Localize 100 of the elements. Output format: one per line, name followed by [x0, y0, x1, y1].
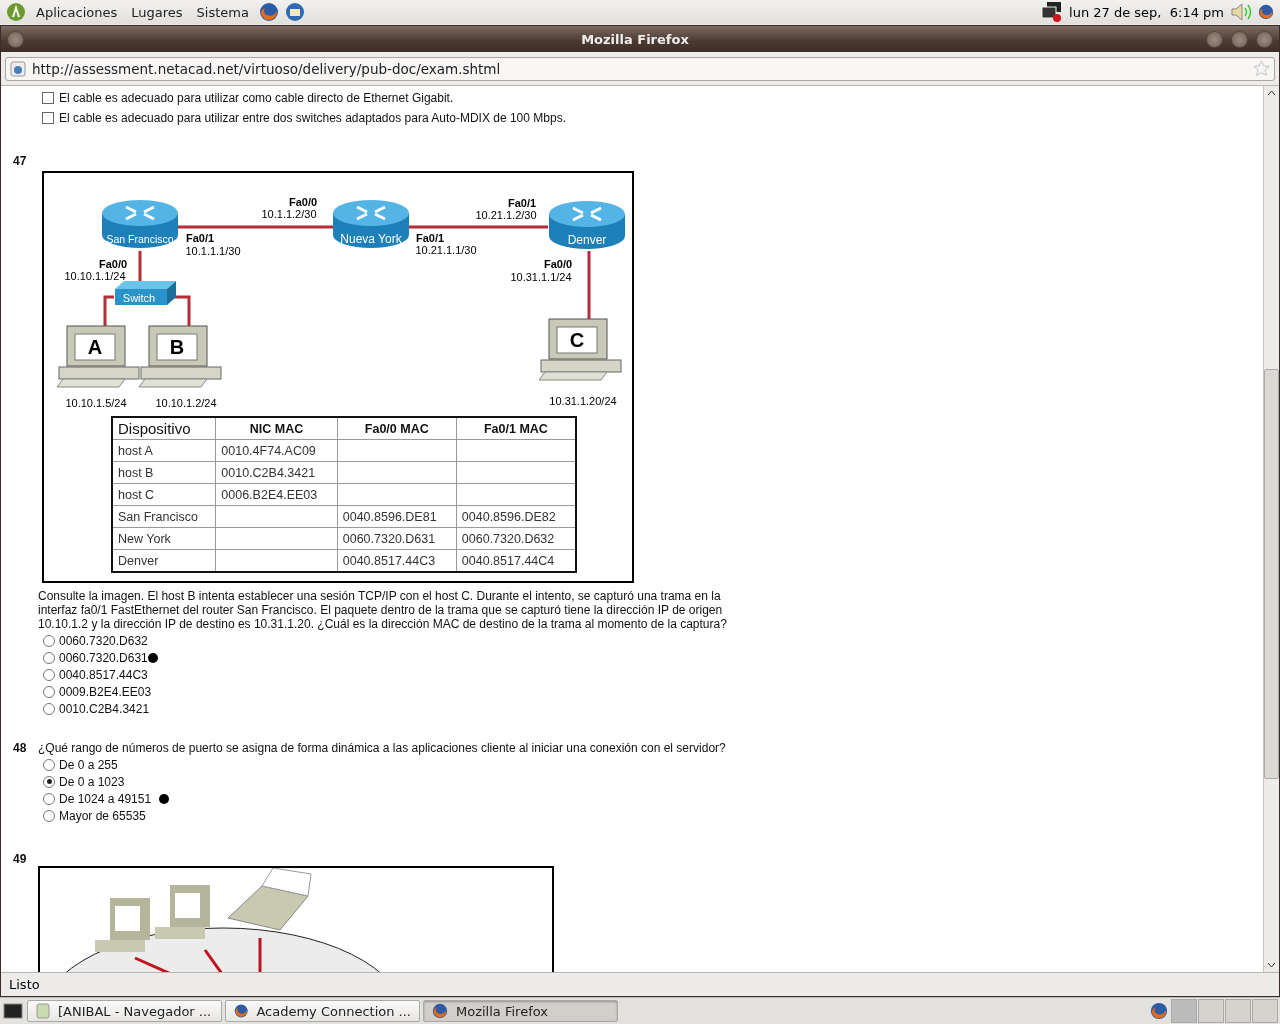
maximize-button[interactable]: [1231, 30, 1248, 48]
option-label: 0040.8517.44C3: [59, 667, 148, 682]
ip-address: 10.21.1.2/30: [475, 209, 537, 221]
status-text: Listo: [9, 977, 40, 992]
radio-button[interactable]: [43, 809, 55, 822]
panel-menu[interactable]: Lugares: [127, 4, 187, 20]
url-text: http://assessment.netacad.net/virtuoso/delivery/pub-doc/exam.shtml: [32, 60, 502, 77]
mail-client-icon[interactable]: [284, 2, 305, 22]
table-cell: New York: [112, 527, 216, 550]
ip-address: 10.31.1.1/24: [510, 271, 572, 283]
table-cell: 0010.C2B4.3421: [215, 461, 338, 484]
option-label: 0009.B2E4.EE03: [59, 684, 152, 699]
option-label: De 0 a 255: [59, 757, 118, 772]
radio-button[interactable]: [43, 651, 55, 664]
scrollbar-thumb[interactable]: [1264, 369, 1279, 779]
panel-menu[interactable]: Aplicaciones: [32, 4, 122, 20]
volume-icon[interactable]: [1230, 2, 1252, 22]
panel-menu[interactable]: Sistema: [192, 4, 253, 20]
option-label: De 1024 a 49151: [59, 791, 152, 806]
page-icon: [10, 60, 26, 77]
router-icon: [333, 200, 409, 248]
computer-icon: [538, 318, 622, 381]
option-label: El cable es adecuado para utilizar como cable directo de Ethernet Gigabit.: [59, 91, 454, 105]
port-label: Fa0/0: [543, 258, 573, 270]
radio-button[interactable]: [43, 668, 55, 681]
table-cell: host B: [112, 461, 216, 484]
firefox-icon[interactable]: [1150, 1002, 1168, 1020]
question-number: 48: [13, 741, 28, 755]
ip-address: 10.1.1.2/30: [261, 208, 317, 220]
taskbar-button[interactable]: Mozilla Firefox: [423, 1000, 618, 1022]
ip-address: 10.10.1.5/24: [65, 397, 127, 409]
table-cell: 0060.7320.D631: [337, 527, 457, 550]
taskbar-button[interactable]: [ANIBAL - Navegador ...: [27, 1000, 222, 1022]
firefox-icon[interactable]: [1258, 4, 1274, 20]
firefox-icon[interactable]: [432, 1003, 448, 1019]
question-number: 47: [13, 154, 28, 168]
cable-line: [103, 295, 114, 326]
show-desktop-icon[interactable]: [2, 1001, 24, 1021]
checkbox[interactable]: [42, 112, 54, 124]
column-header: NIC MAC: [215, 417, 338, 440]
computer-icon: [56, 325, 140, 388]
table-cell: San Francisco: [112, 505, 216, 528]
window-menu-button[interactable]: [7, 30, 24, 48]
router-icon: [102, 200, 178, 248]
switch-label: Switch: [122, 292, 156, 304]
table-cell: 0040.8596.DE81: [337, 505, 457, 528]
ip-address: 10.10.1.2/24: [155, 397, 217, 409]
option-label: 0010.C2B4.3421: [59, 701, 150, 716]
column-header: Dispositivo: [112, 417, 216, 440]
option-label: 0060.7320.D632: [59, 633, 148, 648]
firefox-icon[interactable]: [234, 1003, 249, 1019]
table-cell: host C: [112, 483, 216, 506]
window-title: Mozilla Firefox: [580, 31, 690, 47]
table-cell: 0006.B2E4.EE03: [215, 483, 338, 506]
column-header: Fa0/0 MAC: [337, 417, 457, 440]
radio-button[interactable]: [43, 634, 55, 647]
foot-logo-icon[interactable]: [6, 2, 26, 22]
option-label: Mayor de 65535: [59, 808, 146, 823]
ip-address: 10.21.1.1/30: [415, 244, 477, 256]
option-label: 0060.7320.D631: [59, 650, 148, 665]
url-field[interactable]: http://assessment.netacad.net/virtuoso/delivery/pub-doc/exam.shtml: [5, 56, 1275, 81]
question-text: ¿Qué rango de números de puerto se asigna de forma dinámica a las aplicaciones cliente al iniciar una conexión con el servidor?: [38, 741, 727, 755]
minimize-button[interactable]: [1206, 30, 1223, 48]
cable-line: [138, 251, 142, 283]
router-label: Nueva York: [340, 232, 402, 246]
option-label: El cable es adecuado para utilizar entre dos switches adaptados para Auto-MDIX de 100 Mbps.: [59, 111, 566, 125]
port-label: Fa0/1: [507, 197, 537, 209]
taskbar-button[interactable]: Academy Connection ...: [225, 1000, 420, 1022]
clock[interactable]: lun 27 de sep, 6:14 pm: [1069, 4, 1224, 20]
workspace-switcher[interactable]: [1171, 999, 1278, 1023]
file-icon: [36, 1003, 50, 1019]
cable-line: [587, 251, 591, 321]
host-letter: A: [87, 336, 103, 358]
option-label: De 0 a 1023: [59, 774, 125, 789]
computer-icon: [138, 325, 222, 388]
port-label: Fa0/1: [415, 232, 445, 244]
radio-button[interactable]: [43, 758, 55, 771]
close-button[interactable]: [1256, 30, 1273, 48]
firefox-icon[interactable]: [258, 2, 279, 22]
host-letter: B: [169, 336, 185, 358]
radio-button[interactable]: [43, 775, 55, 788]
port-label: Fa0/0: [288, 196, 318, 208]
star-icon[interactable]: [1253, 60, 1270, 77]
ip-address: 10.10.1.1/24: [64, 270, 126, 282]
radio-button[interactable]: [43, 792, 55, 805]
port-label: Fa0/0: [98, 258, 128, 270]
ip-address: 10.31.1.20/24: [549, 395, 617, 407]
checkbox[interactable]: [42, 92, 54, 104]
cable-line: [172, 295, 191, 326]
radio-button[interactable]: [43, 685, 55, 698]
router-icon: [549, 201, 625, 249]
table-cell: 0010.4F74.AC09: [215, 439, 338, 462]
table-cell: host A: [112, 439, 216, 462]
ip-address: 10.1.1.1/30: [185, 245, 241, 257]
question-text: Consulte la imagen. El host B intenta establecer una sesión TCP/IP con el host C. Durante el intento, se capturó una trama en la interfaz fa0/1 FastEthernet del router San Francisco. El paquete dentro de la trama que se capturó tiene la dirección IP de origen 10.10.1.2 y la dirección IP de destino es 10.31.1.20. ¿Cuál es la dirección MAC de destino de la trama al momento de la captura?: [38, 589, 728, 631]
port-label: Fa0/1: [185, 232, 215, 244]
radio-button[interactable]: [43, 702, 55, 715]
router-label: San Francisco: [106, 233, 174, 245]
network-disconnected-icon[interactable]: [1041, 1, 1064, 23]
host-letter: C: [569, 329, 585, 351]
